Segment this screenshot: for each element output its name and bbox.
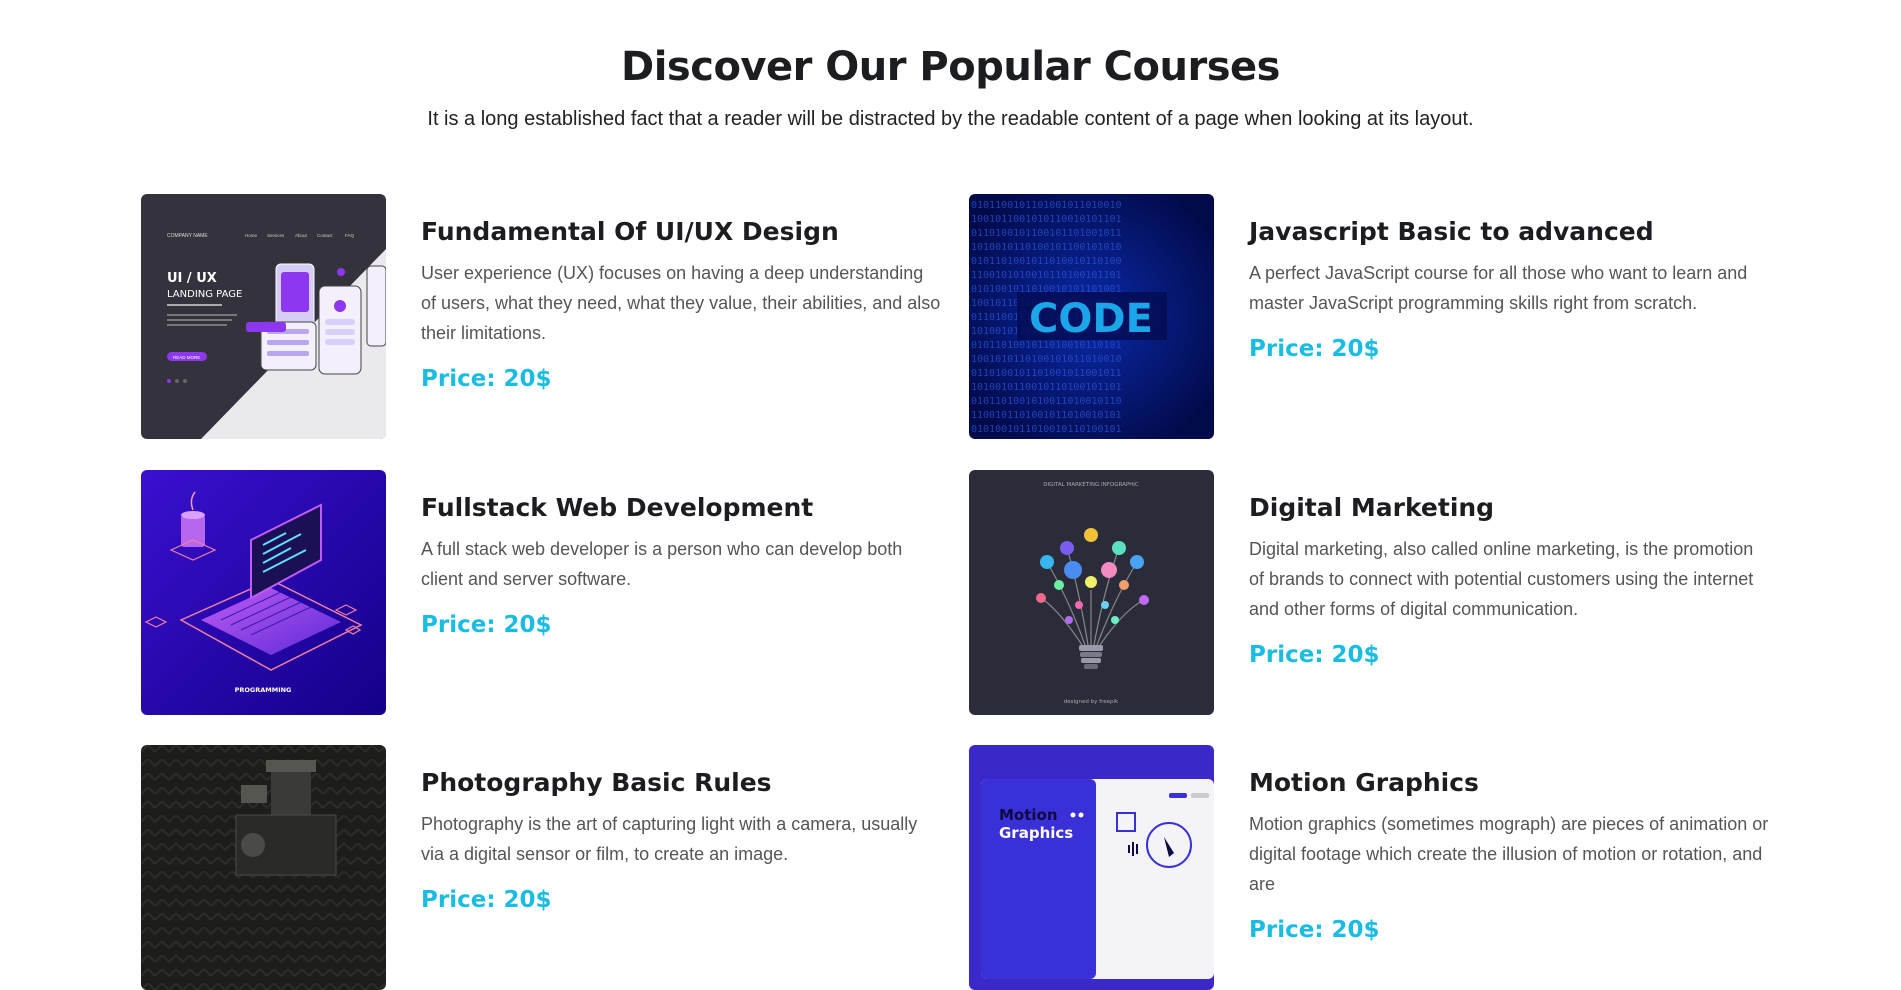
course-price: Price: 20$ (421, 366, 552, 392)
thumb-nav-about: About (295, 233, 308, 238)
course-card-ui-ux[interactable]: COMPANY NAME Home Services About Contact… (141, 194, 961, 439)
svg-text:1100101010010110100101101: 1100101010010110100101101 (971, 270, 1122, 281)
course-thumbnail-photography[interactable] (141, 745, 386, 990)
svg-text:0101001011010010110100101: 0101001011010010110100101 (971, 424, 1122, 435)
course-price: Price: 20$ (1249, 336, 1380, 362)
svg-text:0101101001011010010110100: 0101101001011010010110100 (971, 256, 1122, 267)
course-title[interactable]: Fullstack Web Development (421, 492, 941, 524)
svg-text:0110100101100101101001011: 0110100101100101101001011 (971, 228, 1122, 239)
course-description: A full stack web developer is a person w… (421, 539, 903, 589)
course-price: Price: 20$ (421, 887, 552, 913)
course-description: Motion graphics (sometimes mograph) are … (1249, 814, 1769, 894)
course-title[interactable]: Digital Marketing (1249, 492, 1769, 524)
thumb-heading-2: LANDING PAGE (167, 289, 242, 300)
course-price: Price: 20$ (421, 612, 552, 638)
svg-text:1010010110010110100101101: 1010010110010110100101101 (971, 382, 1122, 393)
course-description: Digital marketing, also called online ma… (1249, 539, 1754, 619)
thumb-nav-faq: FAQ (345, 233, 355, 238)
svg-text:1001010110100101011010010: 1001010110100101011010010 (971, 354, 1122, 365)
thumb-nav-services: Services (267, 233, 285, 238)
course-description: A perfect JavaScript course for all thos… (1249, 263, 1748, 313)
course-thumbnail-javascript[interactable]: 0101100101101001011010010 10010110010101… (969, 194, 1214, 439)
section-subtitle: It is a long established fact that a rea… (427, 108, 1474, 130)
course-info: Fundamental Of UI/UX Design User experie… (421, 216, 941, 392)
course-price: Price: 20$ (1249, 917, 1380, 943)
thumb-company-name: COMPANY NAME (167, 233, 208, 239)
course-card-fullstack[interactable]: PROGRAMMING Fullstack Web Development A … (141, 470, 961, 715)
course-title[interactable]: Fundamental Of UI/UX Design (421, 216, 941, 248)
course-description: Photography is the art of capturing ligh… (421, 814, 918, 864)
course-description: User experience (UX) focuses on having a… (421, 263, 941, 343)
course-card-motion-graphics[interactable]: Motion Graphics Motion Graphics Motion g… (969, 745, 1789, 990)
course-info: Fullstack Web Development A full stack w… (421, 492, 941, 638)
thumb-code-word: CODE (1029, 296, 1153, 342)
course-thumbnail-digital-marketing[interactable]: DIGITAL MARKETING INFOGRAPHIC designed b… (969, 470, 1214, 715)
course-card-digital-marketing[interactable]: DIGITAL MARKETING INFOGRAPHIC designed b… (969, 470, 1789, 715)
svg-text:1100101101001011010010101: 1100101101001011010010101 (971, 410, 1122, 421)
svg-text:0101100101101001011010010: 0101100101101001011010010 (971, 200, 1122, 211)
thumb-infographic-caption: DIGITAL MARKETING INFOGRAPHIC (1043, 482, 1139, 488)
thumb-motion-line-2: Graphics (999, 824, 1073, 842)
svg-text:1001011001010110010101101: 1001011001010110010101101 (971, 214, 1122, 225)
course-thumbnail-ui-ux[interactable]: COMPANY NAME Home Services About Contact… (141, 194, 386, 439)
course-info: Javascript Basic to advanced A perfect J… (1249, 216, 1769, 362)
course-info: Photography Basic Rules Photography is t… (421, 767, 941, 913)
thumb-read-more: READ MORE (173, 355, 200, 360)
course-title[interactable]: Javascript Basic to advanced (1249, 216, 1769, 248)
course-price: Price: 20$ (1249, 642, 1380, 668)
course-card-javascript[interactable]: 0101100101101001011010010 10010110010101… (969, 194, 1789, 439)
svg-text:1010010110100101100101010: 1010010110100101100101010 (971, 242, 1122, 253)
thumb-nav-contact: Contact (317, 233, 333, 238)
course-card-photography[interactable]: Photography Basic Rules Photography is t… (141, 745, 961, 990)
course-title[interactable]: Motion Graphics (1249, 767, 1769, 799)
thumb-heading-1: UI / UX (167, 271, 217, 286)
thumb-nav-home: Home (245, 233, 258, 238)
course-thumbnail-fullstack[interactable]: PROGRAMMING (141, 470, 386, 715)
thumb-programming-caption: PROGRAMMING (235, 686, 292, 694)
course-info: Digital Marketing Digital marketing, als… (1249, 492, 1769, 668)
course-info: Motion Graphics Motion graphics (sometim… (1249, 767, 1769, 943)
svg-text:0101101001010011010010110: 0101101001010011010010110 (971, 396, 1122, 407)
course-title[interactable]: Photography Basic Rules (421, 767, 941, 799)
course-thumbnail-motion-graphics[interactable]: Motion Graphics (969, 745, 1214, 990)
svg-text:0110100101101001011001011: 0110100101101001011001011 (971, 368, 1122, 379)
section-title: Discover Our Popular Courses (621, 44, 1280, 90)
thumb-freepik-credit: designed by freepik (1064, 699, 1119, 705)
thumb-motion-line-1: Motion (999, 806, 1058, 824)
